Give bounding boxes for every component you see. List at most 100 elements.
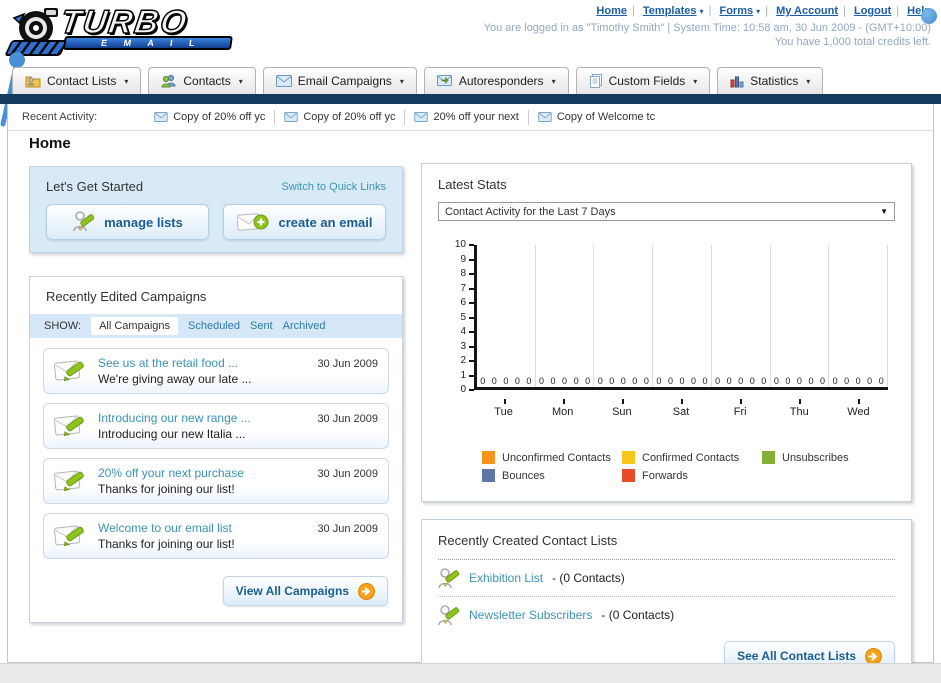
envelope-icon bbox=[284, 112, 298, 122]
manage-lists-button[interactable]: manage lists bbox=[46, 204, 209, 240]
switch-quick-links-link[interactable]: Switch to Quick Links bbox=[281, 181, 386, 193]
nav-link-forms[interactable]: Forms bbox=[719, 5, 753, 17]
chevron-down-icon: ▾ bbox=[124, 76, 129, 86]
bar-value-label: 0 bbox=[832, 376, 838, 386]
chevron-down-icon: ▾ bbox=[693, 76, 698, 86]
x-axis-tick bbox=[680, 399, 683, 404]
filter-sent[interactable]: Sent bbox=[250, 320, 273, 332]
recent-activity-item[interactable]: Copy of 20% off yc bbox=[274, 109, 404, 125]
envelope-pencil-icon bbox=[54, 470, 84, 492]
nav-link-logout[interactable]: Logout bbox=[854, 5, 891, 17]
arrow-circle-icon bbox=[358, 582, 375, 600]
bar-value-label: 0 bbox=[609, 376, 615, 386]
envelope-icon bbox=[275, 75, 292, 87]
contact-list-link[interactable]: Exhibition List bbox=[469, 571, 543, 585]
recently-edited-campaigns-panel: Recently Edited Campaigns SHOW: All Camp… bbox=[29, 276, 403, 623]
view-all-campaigns-button[interactable]: View All Campaigns bbox=[222, 576, 388, 606]
legend-swatch bbox=[762, 451, 775, 464]
bar-value-label: 0 bbox=[550, 376, 556, 386]
bar-value-label: 0 bbox=[585, 376, 591, 386]
show-label: SHOW: bbox=[44, 320, 82, 332]
filter-archived[interactable]: Archived bbox=[283, 320, 326, 332]
campaign-row: 20% off your next purchase Thanks for jo… bbox=[43, 458, 389, 504]
create-email-button[interactable]: create an email bbox=[223, 204, 386, 240]
recent-activity-label: Recent Activity: bbox=[22, 111, 98, 123]
contact-list-detail: - (0 Contacts) bbox=[552, 571, 625, 585]
bar-value-label: 0 bbox=[491, 376, 497, 386]
contact-activity-chart: 10 9 8 7 6 5 4 3 2 1 0 0 0 0 0 0 0 0 0 0 0 0 0 0 0 0 0 0 0 0 0 0 0 0 0 0 0 0 0… bbox=[438, 237, 897, 445]
tab-email-campaigns[interactable]: Email Campaigns ▾ bbox=[262, 67, 417, 94]
legend-swatch bbox=[482, 451, 495, 464]
filter-scheduled[interactable]: Scheduled bbox=[188, 320, 240, 332]
chart-day-group: 00000 bbox=[477, 245, 536, 387]
campaign-list: See us at the retail food ... We're givi… bbox=[30, 338, 402, 559]
campaign-subtitle: We're giving away our late ... bbox=[98, 372, 252, 386]
chevron-down-icon: ▾ bbox=[551, 76, 556, 86]
tab-autoresponders[interactable]: Autoresponders ▾ bbox=[423, 67, 569, 94]
dropdown-caret-icon: ▼ bbox=[880, 207, 888, 216]
bar-value-label: 0 bbox=[597, 376, 603, 386]
bar-value-label: 0 bbox=[796, 376, 802, 386]
contact-list-link[interactable]: Newsletter Subscribers bbox=[469, 608, 592, 622]
y-axis-tick-label: 1 bbox=[460, 369, 466, 381]
page-footer bbox=[0, 663, 941, 683]
envelope-arrow-icon bbox=[436, 74, 452, 86]
tab-contact-lists[interactable]: Contact Lists ▾ bbox=[12, 67, 142, 94]
recent-activity-item[interactable]: Copy of Welcome tc bbox=[527, 109, 664, 125]
nav-link-home[interactable]: Home bbox=[596, 5, 627, 17]
envelope-icon bbox=[154, 112, 168, 122]
zero-value-labels: 00000 bbox=[771, 376, 829, 386]
zero-value-labels: 00000 bbox=[712, 376, 770, 386]
x-axis-tick bbox=[858, 399, 861, 404]
page-title: Home bbox=[29, 135, 71, 152]
bar-value-label: 0 bbox=[562, 376, 568, 386]
chart-legend: Unconfirmed Contacts Confirmed Contacts Un… bbox=[482, 451, 902, 487]
y-axis-tick-label: 0 bbox=[460, 384, 466, 395]
bar-value-label: 0 bbox=[620, 376, 626, 386]
envelope-icon bbox=[538, 112, 552, 122]
top-navigation: Home | Templates ▾ | Forms ▾ | My Account | … bbox=[596, 5, 937, 24]
tab-statistics[interactable]: Statistics ▾ bbox=[717, 67, 824, 94]
campaign-title-link[interactable]: Welcome to our email list bbox=[98, 521, 232, 535]
zero-value-labels: 00000 bbox=[477, 376, 535, 386]
campaign-title-link[interactable]: Introducing our new range ... bbox=[98, 411, 251, 425]
stats-period-dropdown[interactable]: Contact Activity for the Last 7 Days ▼ bbox=[438, 202, 895, 221]
recent-activity-item[interactable]: Copy of 20% off yc bbox=[145, 110, 274, 125]
filter-all-campaigns[interactable]: All Campaigns bbox=[91, 317, 178, 335]
zero-value-labels: 00000 bbox=[594, 376, 652, 386]
x-axis-tick-label: Sun bbox=[592, 399, 651, 418]
get-started-title: Let's Get Started bbox=[46, 179, 144, 194]
get-started-panel: Let's Get Started Switch to Quick Links … bbox=[29, 166, 403, 253]
campaign-title-link[interactable]: See us at the retail food ... bbox=[98, 356, 238, 370]
campaign-row: Introducing our new range ... Introducin… bbox=[43, 403, 389, 449]
recent-contact-lists-panel: Recently Created Contact Lists Exhibitio… bbox=[421, 519, 912, 683]
tab-custom-fields[interactable]: Custom Fields ▾ bbox=[575, 67, 711, 94]
zero-value-labels: 00000 bbox=[653, 376, 711, 386]
campaign-date: 30 Jun 2009 bbox=[317, 358, 378, 370]
bar-value-label: 0 bbox=[878, 376, 884, 386]
x-axis-tick-label: Sat bbox=[651, 399, 710, 418]
bar-value-label: 0 bbox=[526, 376, 532, 386]
nav-link-templates[interactable]: Templates bbox=[643, 5, 697, 17]
campaign-title-link[interactable]: 20% off your next purchase bbox=[98, 466, 244, 480]
x-axis-tick-label: Thu bbox=[770, 399, 829, 418]
right-column: Latest Stats Contact Activity for the La… bbox=[421, 163, 912, 683]
chart-day-group: 00000 bbox=[771, 245, 830, 387]
bar-value-label: 0 bbox=[773, 376, 779, 386]
x-axis-tick-label: Fri bbox=[711, 399, 770, 418]
x-axis-tick bbox=[562, 399, 565, 404]
bar-value-label: 0 bbox=[715, 376, 721, 386]
legend-item: Bounces bbox=[482, 469, 622, 482]
contact-list-row: Newsletter Subscribers - (0 Contacts) bbox=[438, 597, 895, 633]
tab-contacts[interactable]: Contacts ▾ bbox=[148, 67, 256, 94]
bar-value-label: 0 bbox=[819, 376, 825, 386]
chevron-down-icon: ▾ bbox=[699, 7, 704, 16]
nav-link-my-account[interactable]: My Account bbox=[776, 5, 838, 17]
person-pencil-icon bbox=[438, 568, 460, 589]
recent-activity-item[interactable]: 20% off your next bbox=[404, 109, 527, 125]
bar-value-label: 0 bbox=[573, 376, 579, 386]
logo-text-email: E M A I L bbox=[100, 38, 203, 48]
navy-divider-bar bbox=[0, 94, 941, 104]
chevron-down-icon: ▾ bbox=[756, 7, 761, 16]
login-info-line: You are logged in as "Timothy Smith" | S… bbox=[483, 22, 931, 34]
